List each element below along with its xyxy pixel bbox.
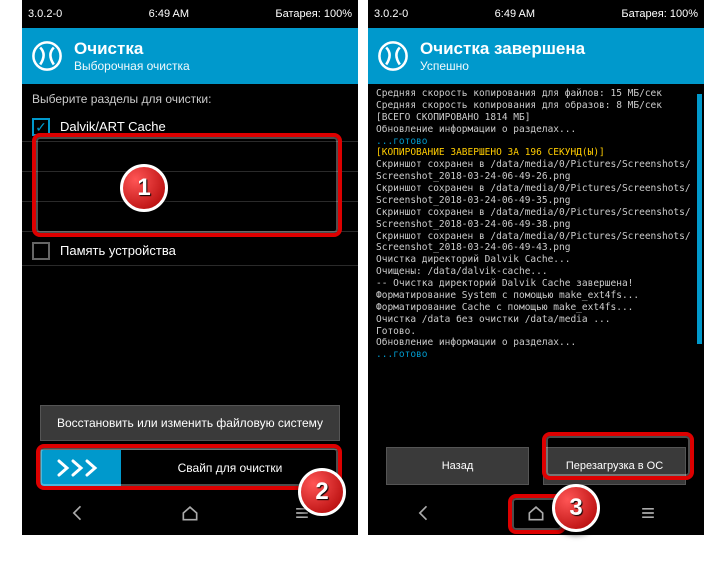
status-bar: 3.0.2-0 6:49 AM Батарея: 100% xyxy=(368,0,704,28)
nav-home-icon[interactable] xyxy=(180,503,200,528)
screen-header: Очистка завершена Успешно xyxy=(368,28,704,84)
restore-fs-button[interactable]: Восстановить или изменить файловую систе… xyxy=(40,405,340,441)
time-label: 6:49 AM xyxy=(495,8,535,20)
back-button[interactable]: Назад xyxy=(386,447,529,485)
instruction-text: Выберите разделы для очистки: xyxy=(22,84,358,112)
page-subtitle: Выборочная очистка xyxy=(74,59,190,73)
annotation-box-3 xyxy=(542,432,694,480)
battery-label: Батарея: 100% xyxy=(275,8,352,20)
scrollbar[interactable] xyxy=(697,94,702,344)
checkbox-unchecked-icon[interactable]: ✓ xyxy=(32,242,50,260)
twrp-logo-icon xyxy=(30,39,64,73)
nav-back-icon[interactable] xyxy=(414,503,434,528)
twrp-logo-icon xyxy=(376,39,410,73)
battery-label: Батарея: 100% xyxy=(621,8,698,20)
status-bar: 3.0.2-0 6:49 AM Батарея: 100% xyxy=(22,0,358,28)
log-output: Средняя скорость копирования для файлов:… xyxy=(368,84,704,365)
page-title: Очистка завершена xyxy=(420,39,585,59)
annotation-box-1 xyxy=(32,133,342,237)
screen-header: Очистка Выборочная очистка xyxy=(22,28,358,84)
time-label: 6:49 AM xyxy=(149,8,189,20)
nav-back-icon[interactable] xyxy=(68,503,88,528)
annotation-box-2 xyxy=(36,444,342,490)
annotation-bubble-2: 2 xyxy=(298,468,346,516)
partition-storage[interactable]: ✓ Память устройства xyxy=(22,236,358,266)
partition-label: Память устройства xyxy=(60,243,176,258)
annotation-bubble-1: 1 xyxy=(120,164,168,212)
nav-menu-icon[interactable] xyxy=(638,503,658,528)
partition-label: Dalvik/ART Cache xyxy=(60,119,166,134)
page-subtitle: Успешно xyxy=(420,59,585,73)
page-title: Очистка xyxy=(74,39,190,59)
version-label: 3.0.2-0 xyxy=(374,8,408,20)
version-label: 3.0.2-0 xyxy=(28,8,62,20)
annotation-bubble-3: 3 xyxy=(552,484,600,532)
